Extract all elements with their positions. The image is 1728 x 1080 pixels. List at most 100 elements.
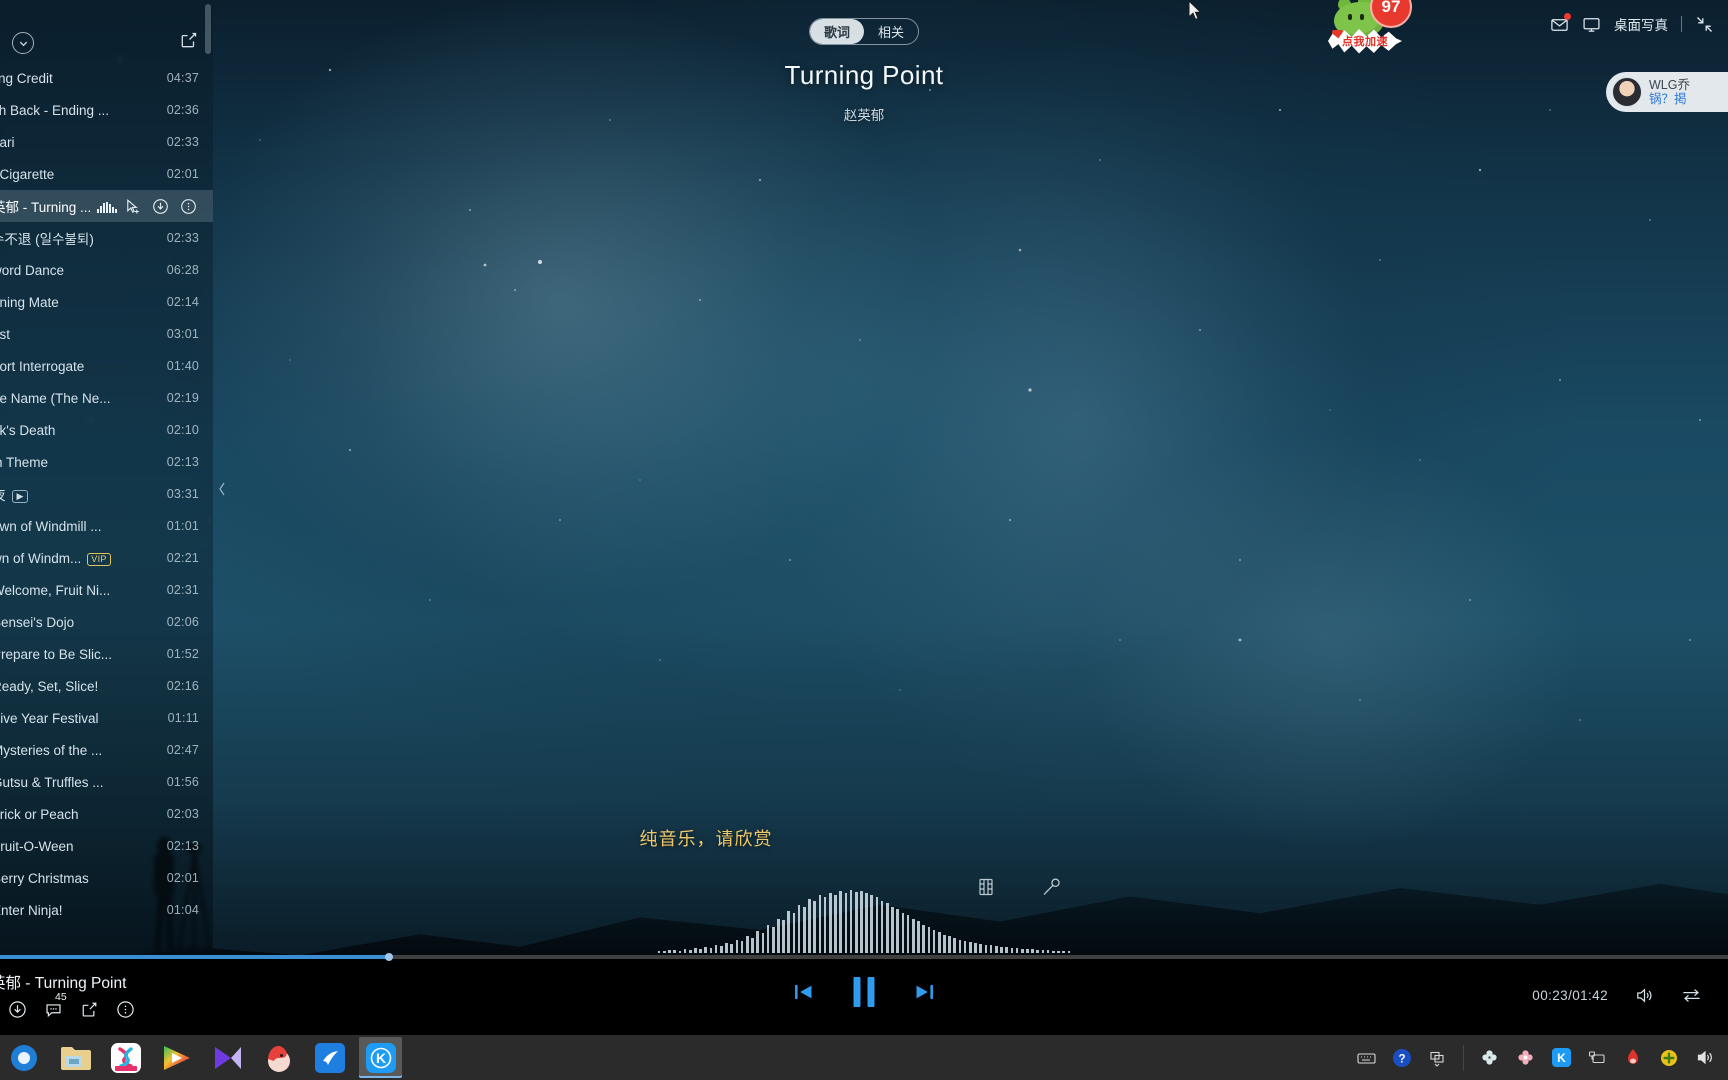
tab-related[interactable]: 相关	[864, 19, 918, 44]
share-icon[interactable]	[179, 30, 199, 50]
list-item[interactable]: Sensei's Dojo 02:06	[0, 606, 213, 638]
track-duration: 02:19	[166, 391, 199, 405]
visualizer-bar	[673, 950, 676, 953]
more-options-icon[interactable]	[116, 1000, 135, 1019]
user-status: 锅？掲	[1649, 92, 1687, 106]
playlist-scrollbar[interactable]	[205, 4, 211, 54]
visualizer-bar	[797, 905, 801, 953]
taskbar-browser[interactable]	[2, 1037, 45, 1078]
track-duration: 02:01	[166, 167, 199, 181]
list-item[interactable]: Five Year Festival 01:11	[0, 702, 213, 734]
track-duration: 02:06	[166, 615, 199, 629]
previous-track-icon[interactable]	[792, 980, 816, 1004]
tab-lyrics[interactable]: 歌词	[810, 19, 864, 44]
list-item[interactable]: est 03:01	[0, 318, 213, 350]
list-item[interactable]: word Dance 06:28	[0, 254, 213, 286]
mv-play-icon[interactable]: ▶	[11, 490, 29, 503]
now-playing-actions[interactable]: 45	[8, 991, 135, 1019]
sequential-play-icon[interactable]	[1681, 985, 1702, 1006]
download-icon[interactable]	[8, 1000, 27, 1019]
progress-bar[interactable]	[0, 953, 1728, 961]
tray-thunder-icon[interactable]	[1622, 1047, 1644, 1069]
envelope-icon[interactable]	[1550, 12, 1571, 34]
tray-clover-icon[interactable]	[1478, 1047, 1500, 1069]
taskbar-kugou[interactable]: K	[359, 1037, 402, 1078]
visualizer-bar	[699, 949, 702, 953]
player-bar[interactable]: 英郁 - Turning Point 45 00:23/01:42	[0, 953, 1728, 1035]
visualizer-bar	[735, 940, 739, 953]
track-name: ok's Death	[0, 422, 56, 438]
visualizer-bar	[1005, 947, 1008, 953]
list-item[interactable]: t Cigarette 02:01	[0, 158, 213, 190]
track-name: nning Mate	[0, 294, 59, 310]
stars-layer	[89, 59, 1701, 721]
tray-volume-icon[interactable]	[1694, 1047, 1716, 1069]
chevron-left-icon[interactable]	[214, 472, 230, 506]
comment-icon[interactable]: 45	[44, 991, 67, 1019]
next-track-icon[interactable]	[913, 980, 937, 1004]
lyrics-related-tabs[interactable]: 歌词 相关	[809, 18, 919, 45]
list-item[interactable]: 英郁 - Turning ...	[0, 190, 213, 222]
visualizer-bar	[756, 931, 759, 953]
taskbar-app-list[interactable]: K	[0, 1037, 402, 1078]
progress-knob[interactable]	[384, 953, 393, 961]
list-item[interactable]: in Theme 02:13	[0, 446, 213, 478]
windows-taskbar[interactable]: K ? K	[0, 1035, 1728, 1080]
tray-kugou-icon[interactable]: K	[1550, 1047, 1572, 1069]
add-to-playlist-icon[interactable]	[124, 198, 141, 215]
window-tray-controls[interactable]: 桌面写真	[1550, 12, 1714, 34]
desktop-photo-label[interactable]: 桌面写真	[1614, 14, 1668, 34]
list-item[interactable]: Welcome, Fruit Ni... 02:31	[0, 574, 213, 606]
tray-flower-icon[interactable]	[1514, 1047, 1536, 1069]
taskbar-youku[interactable]	[104, 1037, 147, 1078]
list-item[interactable]: nning Mate 02:14	[0, 286, 213, 318]
pause-icon[interactable]	[853, 977, 875, 1007]
list-item[interactable]: 수不退 (일수불퇴) 02:33	[0, 222, 213, 254]
transport-controls[interactable]	[792, 977, 937, 1007]
list-item[interactable]: Gutsu & Truffles ... 01:56	[0, 766, 213, 798]
user-account-chip[interactable]: WLG乔 锅？掲	[1606, 72, 1728, 112]
list-item[interactable]: ok's Death 02:10	[0, 414, 213, 446]
list-item[interactable]: port Interrogate 01:40	[0, 350, 213, 382]
taskbar-firefox[interactable]	[257, 1037, 300, 1078]
visualizer-bar	[860, 891, 863, 953]
unread-dot	[1564, 12, 1571, 20]
taskbar-thunder[interactable]	[308, 1037, 351, 1078]
tray-help-icon[interactable]: ?	[1391, 1047, 1413, 1069]
visualizer-bar	[1031, 949, 1034, 953]
more-options-icon[interactable]	[180, 198, 197, 215]
visualizer-bar	[943, 935, 946, 953]
floating-pet-ad[interactable]: 97 点我加速	[1328, 0, 1428, 56]
tray-overflow-icon[interactable]	[1427, 1047, 1449, 1069]
visualizer-bar	[777, 919, 780, 953]
exit-fullscreen-icon[interactable]	[1695, 15, 1714, 34]
taskbar-file-explorer[interactable]	[53, 1037, 96, 1078]
visualizer-bar	[891, 907, 894, 953]
taskbar-media-player[interactable]	[155, 1037, 198, 1078]
playlist-panel[interactable]: | ling Credit04:37sh Back - Ending ...02…	[0, 0, 213, 960]
list-item[interactable]: gari 02:33	[0, 126, 213, 158]
system-tray[interactable]: ? K	[1355, 1044, 1728, 1071]
list-item[interactable]: own of Windmill ... 01:01	[0, 510, 213, 542]
list-item[interactable]: Ready, Set, Slice! 02:16	[0, 670, 213, 702]
playlist-track-list[interactable]: ling Credit04:37sh Back - Ending ...02:3…	[0, 62, 213, 926]
track-name: 수不退 (일수불퇴)	[0, 232, 94, 247]
volume-icon[interactable]	[1634, 985, 1655, 1006]
list-item[interactable]: 夜▶03:31	[0, 478, 213, 510]
track-row-actions[interactable]	[124, 198, 197, 215]
share-icon[interactable]	[80, 1000, 99, 1019]
visualizer-bar	[1036, 950, 1040, 953]
chevron-down-icon[interactable]	[12, 32, 34, 54]
time-and-output-controls[interactable]: 00:23/01:42	[1532, 985, 1702, 1006]
list-item[interactable]: wn of Windm... VIP 02:21	[0, 542, 213, 574]
visualizer-bar	[1067, 951, 1071, 953]
tray-keyboard-icon[interactable]	[1355, 1047, 1377, 1069]
list-item[interactable]: Mysteries of the ... 02:47	[0, 734, 213, 766]
tray-update-icon[interactable]	[1658, 1047, 1680, 1069]
tray-network-icon[interactable]	[1586, 1047, 1608, 1069]
monitor-icon[interactable]	[1582, 15, 1601, 34]
taskbar-potplayer[interactable]	[206, 1037, 249, 1078]
download-icon[interactable]	[152, 198, 169, 215]
list-item[interactable]: de Name (The Ne... 02:19	[0, 382, 213, 414]
list-item[interactable]: Prepare to Be Slic... 01:52	[0, 638, 213, 670]
